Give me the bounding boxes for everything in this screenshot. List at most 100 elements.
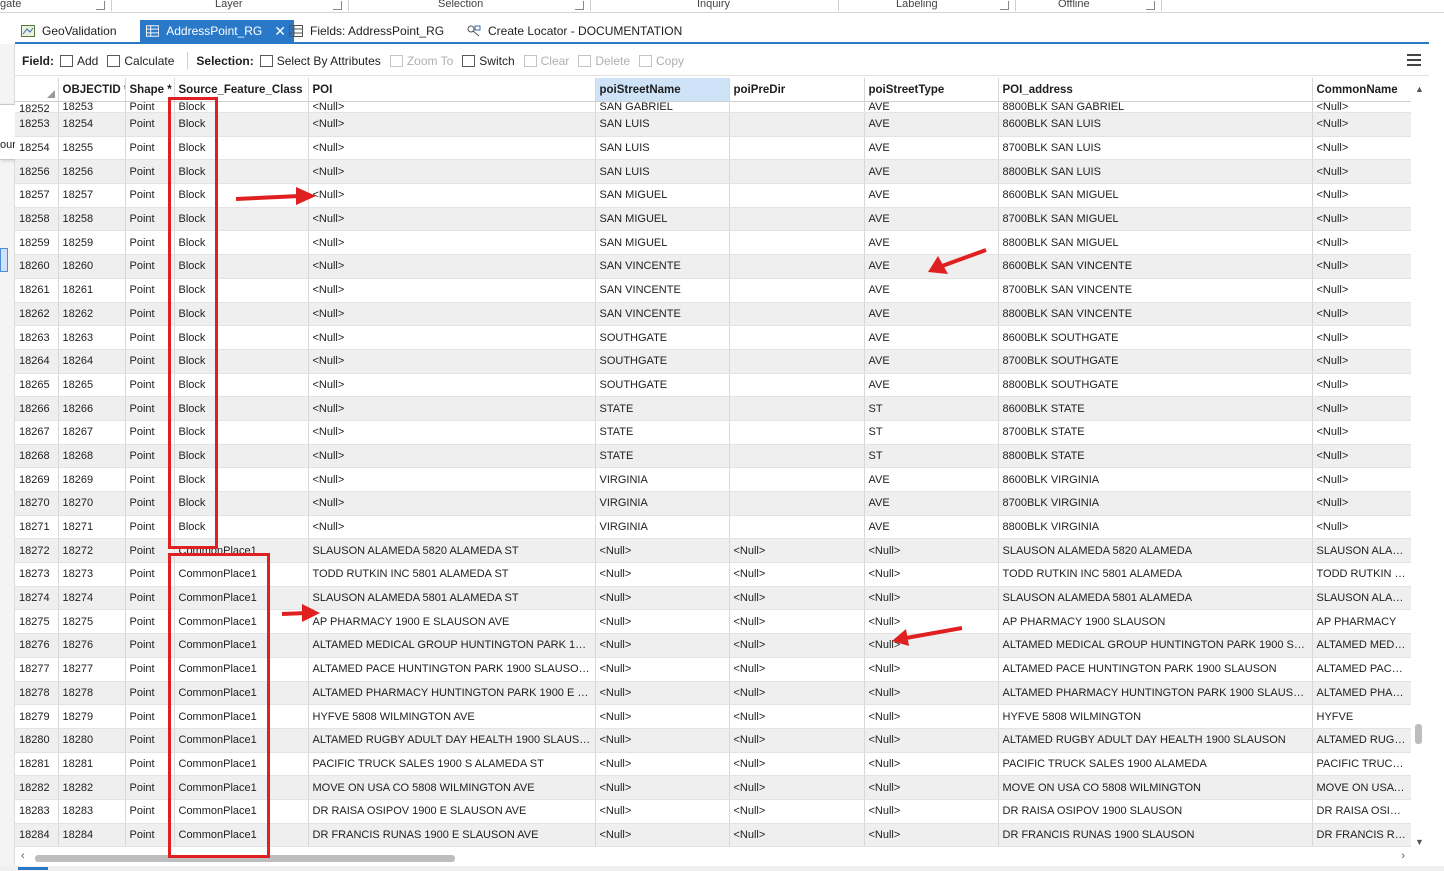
row-header[interactable]: 18282 bbox=[15, 775, 59, 800]
cell-poistreetname[interactable]: SOUTHGATE bbox=[595, 349, 730, 374]
cell-poistreetname[interactable]: SAN LUIS bbox=[595, 112, 730, 137]
row-header[interactable]: 18261 bbox=[15, 278, 59, 303]
cell-poi[interactable]: ALTAMED MEDICAL GROUP HUNTINGTON PARK 19… bbox=[308, 633, 596, 658]
row-header[interactable]: 18275 bbox=[15, 609, 59, 635]
cell-poistreetname[interactable]: VIRGINIA bbox=[595, 491, 730, 516]
cell-poi[interactable]: <Null> bbox=[308, 373, 596, 398]
cell-poi-address[interactable]: AP PHARMACY 1900 SLAUSON bbox=[998, 609, 1313, 635]
cell-poistreetname[interactable]: SAN VINCENTE bbox=[595, 302, 730, 327]
cell-objectid[interactable]: 18282 bbox=[58, 775, 126, 800]
cell-source-feature-class[interactable]: Block bbox=[174, 515, 309, 540]
cell-poi[interactable]: AP PHARMACY 1900 E SLAUSON AVE bbox=[308, 609, 596, 635]
cell-poistreettype[interactable]: AVE bbox=[864, 254, 999, 279]
dock-pane-marker[interactable] bbox=[0, 248, 8, 272]
row-header[interactable]: 18284 bbox=[15, 823, 59, 848]
row-header[interactable]: 18265 bbox=[15, 373, 59, 398]
cell-commonname[interactable]: SLAUSON ALAMED bbox=[1312, 586, 1411, 611]
row-header[interactable]: 18277 bbox=[15, 657, 59, 682]
cell-commonname[interactable]: SLAUSON ALAMED bbox=[1312, 538, 1411, 564]
cell-poistreettype[interactable]: AVE bbox=[864, 515, 999, 540]
cell-poi-address[interactable]: DR RAISA OSIPOV 1900 SLAUSON bbox=[998, 799, 1313, 824]
cell-poistreetname[interactable]: SAN LUIS bbox=[595, 136, 730, 161]
cell-poipredir[interactable]: <Null> bbox=[729, 775, 865, 800]
cell-poi-address[interactable]: ALTAMED PACE HUNTINGTON PARK 1900 SLAUSO… bbox=[998, 657, 1313, 682]
cell-poipredir[interactable] bbox=[729, 467, 865, 492]
row-header[interactable]: 18276 bbox=[15, 633, 59, 658]
cell-poi[interactable]: <Null> bbox=[308, 420, 596, 445]
cell-poistreettype[interactable]: AVE bbox=[864, 467, 999, 492]
column-header-commonname[interactable]: CommonName bbox=[1312, 78, 1411, 102]
cell-poistreettype[interactable]: <Null> bbox=[864, 681, 999, 706]
cell-poi-address[interactable]: 8600BLK SAN LUIS bbox=[998, 112, 1313, 137]
dialog-launcher-icon[interactable] bbox=[1146, 1, 1155, 10]
cell-poi-address[interactable]: ALTAMED MEDICAL GROUP HUNTINGTON PARK 19… bbox=[998, 633, 1313, 658]
cell-shape[interactable]: Point bbox=[125, 302, 175, 327]
cell-source-feature-class[interactable]: CommonPlace1 bbox=[174, 586, 309, 611]
table-row[interactable]: 18263 18263 Point Block <Null> SOUTHGATE AVE 86… bbox=[15, 325, 1411, 350]
cell-commonname[interactable]: <Null> bbox=[1312, 230, 1411, 256]
table-row[interactable]: 18257 18257 Point Block <Null> SAN MIGUEL AVE 8… bbox=[15, 183, 1411, 208]
cell-poistreetname[interactable]: SAN MIGUEL bbox=[595, 207, 730, 232]
cell-source-feature-class[interactable]: Block bbox=[174, 467, 309, 492]
cell-poistreetname[interactable]: <Null> bbox=[595, 799, 730, 824]
cell-source-feature-class[interactable]: CommonPlace1 bbox=[174, 799, 309, 824]
cell-poistreettype[interactable]: AVE bbox=[864, 101, 999, 113]
scroll-right-icon[interactable]: › bbox=[1401, 850, 1405, 862]
cell-poipredir[interactable] bbox=[729, 136, 865, 161]
cell-shape[interactable]: Point bbox=[125, 230, 175, 256]
cell-poi[interactable]: <Null> bbox=[308, 491, 596, 516]
cell-poi-address[interactable]: 8800BLK SAN VINCENTE bbox=[998, 302, 1313, 327]
zoom-to-button[interactable]: Zoom To bbox=[389, 54, 453, 68]
cell-shape[interactable]: Point bbox=[125, 254, 175, 279]
cell-shape[interactable]: Point bbox=[125, 136, 175, 161]
cell-poi-address[interactable]: 8700BLK SOUTHGATE bbox=[998, 349, 1313, 374]
cell-shape[interactable]: Point bbox=[125, 112, 175, 137]
vertical-scroll-thumb[interactable] bbox=[1415, 724, 1422, 744]
cell-poi[interactable]: <Null> bbox=[308, 278, 596, 303]
cell-objectid[interactable]: 18262 bbox=[58, 302, 126, 327]
row-header[interactable]: 18254 bbox=[15, 136, 59, 161]
cell-poistreetname[interactable]: <Null> bbox=[595, 823, 730, 848]
cell-objectid[interactable]: 18257 bbox=[58, 183, 126, 208]
cell-commonname[interactable]: DR RAISA OSIPOV bbox=[1312, 799, 1411, 824]
cell-source-feature-class[interactable]: CommonPlace1 bbox=[174, 775, 309, 800]
column-header-poi-address[interactable]: POI_address bbox=[998, 78, 1313, 102]
cell-poi-address[interactable]: 8700BLK STATE bbox=[998, 420, 1313, 445]
table-row[interactable]: 18272 18272 Point CommonPlace1 SLAUSON ALAME… bbox=[15, 538, 1411, 564]
copy-button[interactable]: Copy bbox=[639, 54, 684, 68]
cell-poipredir[interactable] bbox=[729, 159, 865, 185]
table-row[interactable]: 18274 18274 Point CommonPlace1 SLAUSON ALAME… bbox=[15, 586, 1411, 611]
cell-poistreetname[interactable]: SOUTHGATE bbox=[595, 373, 730, 398]
column-header-poistreetname[interactable]: poiStreetName bbox=[595, 78, 730, 102]
cell-poi[interactable]: DR RAISA OSIPOV 1900 E SLAUSON AVE bbox=[308, 799, 596, 824]
cell-source-feature-class[interactable]: Block bbox=[174, 101, 309, 113]
cell-shape[interactable]: Point bbox=[125, 101, 175, 113]
cell-objectid[interactable]: 18261 bbox=[58, 278, 126, 303]
table-row[interactable]: 18253 18254 Point Block <Null> SAN LUIS AVE 860… bbox=[15, 112, 1411, 137]
tab-create-locator[interactable]: Create Locator - DOCUMENTATION bbox=[461, 20, 690, 42]
vertical-scrollbar[interactable]: ▲ ▼ bbox=[1411, 78, 1429, 851]
cell-poipredir[interactable]: <Null> bbox=[729, 657, 865, 682]
cell-commonname[interactable]: <Null> bbox=[1312, 373, 1411, 398]
row-header[interactable]: 18260 bbox=[15, 254, 59, 279]
cell-poistreetname[interactable]: STATE bbox=[595, 396, 730, 421]
cell-poi[interactable]: MOVE ON USA CO 5808 WILMINGTON AVE bbox=[308, 775, 596, 800]
cell-poi[interactable]: <Null> bbox=[308, 159, 596, 185]
cell-objectid[interactable]: 18263 bbox=[58, 325, 126, 350]
cell-objectid[interactable]: 18284 bbox=[58, 823, 126, 848]
table-row[interactable]: 18260 18260 Point Block <Null> SAN VINCENTE AV… bbox=[15, 254, 1411, 279]
cell-poi-address[interactable]: 8600BLK STATE bbox=[998, 396, 1313, 421]
scroll-left-icon[interactable]: ‹ bbox=[21, 850, 25, 862]
delete-button[interactable]: Delete bbox=[578, 54, 630, 68]
cell-poi-address[interactable]: 8700BLK SAN MIGUEL bbox=[998, 207, 1313, 232]
cell-poistreettype[interactable]: AVE bbox=[864, 349, 999, 374]
row-header[interactable]: 18256 bbox=[15, 159, 59, 185]
cell-poistreetname[interactable]: <Null> bbox=[595, 681, 730, 706]
cell-poipredir[interactable] bbox=[729, 254, 865, 279]
cell-poi-address[interactable]: 8700BLK SAN VINCENTE bbox=[998, 278, 1313, 303]
cell-poipredir[interactable] bbox=[729, 373, 865, 398]
column-header-poipredir[interactable]: poiPreDir bbox=[729, 78, 865, 102]
scroll-down-icon[interactable]: ▼ bbox=[1415, 837, 1424, 847]
cell-poi[interactable]: HYFVE 5808 WILMINGTON AVE bbox=[308, 704, 596, 729]
clear-selection-button[interactable]: Clear bbox=[523, 54, 569, 68]
